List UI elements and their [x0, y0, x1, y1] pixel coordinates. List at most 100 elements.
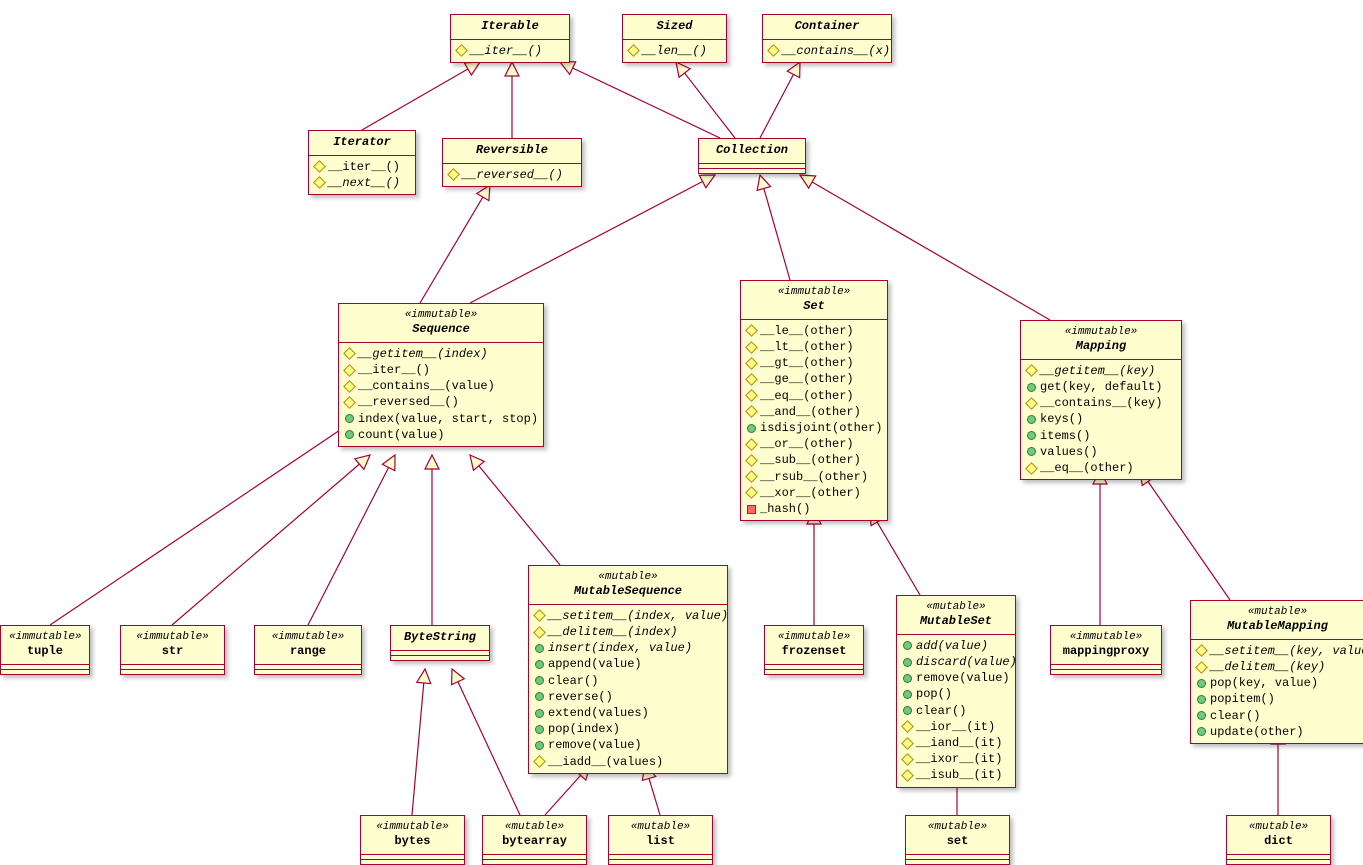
member-row: insert(index, value) [535, 640, 721, 656]
member-row: isdisjoint(other) [747, 420, 881, 436]
diamond-icon [745, 357, 758, 370]
member-row: __iadd__(values) [535, 754, 721, 770]
class-MutableSet: «mutable»MutableSetadd(value)discard(val… [896, 595, 1016, 788]
class-name: MutableSequence [537, 584, 719, 600]
class-name: set [914, 834, 1001, 850]
stereotype: «immutable» [749, 285, 879, 299]
member-row: reverse() [535, 689, 721, 705]
diamond-icon [1195, 661, 1208, 674]
stereotype: «immutable» [773, 630, 855, 644]
member-row: clear() [1197, 708, 1358, 724]
member-row: popitem() [1197, 691, 1358, 707]
circle-icon [535, 741, 544, 750]
member-row: __iter__() [457, 43, 563, 59]
class-name: Collection [707, 143, 797, 159]
member-row: pop() [903, 686, 1009, 702]
member-row: index(value, start, stop) [345, 411, 537, 427]
member-row: update(other) [1197, 724, 1358, 740]
class-name: list [617, 834, 704, 850]
circle-icon [747, 424, 756, 433]
member-signature: popitem() [1210, 691, 1275, 707]
diamond-icon [745, 341, 758, 354]
member-signature: remove(value) [916, 670, 1010, 686]
circle-icon [1197, 679, 1206, 688]
member-signature: __eq__(other) [1040, 460, 1134, 476]
class-Sized: Sized__len__() [622, 14, 727, 63]
member-signature: discard(value) [916, 654, 1017, 670]
member-row: __iand__(it) [903, 735, 1009, 751]
diamond-icon [343, 396, 356, 409]
member-row: __rsub__(other) [747, 469, 881, 485]
member-row: __sub__(other) [747, 452, 881, 468]
class-name: frozenset [773, 644, 855, 660]
member-signature: clear() [916, 703, 966, 719]
circle-icon [1197, 695, 1206, 704]
class-name: Set [749, 299, 879, 315]
member-signature: add(value) [916, 638, 988, 654]
member-row: __ge__(other) [747, 371, 881, 387]
member-signature: get(key, default) [1040, 379, 1162, 395]
class-name: ByteString [399, 630, 481, 646]
diamond-icon [745, 325, 758, 338]
member-row: count(value) [345, 427, 537, 443]
member-row: __getitem__(key) [1027, 363, 1175, 379]
class-Collection: Collection [698, 138, 806, 174]
circle-icon [1027, 447, 1036, 456]
member-row: __iter__() [315, 159, 409, 175]
member-signature: __setitem__(index, value) [548, 608, 728, 624]
member-signature: append(value) [548, 656, 642, 672]
member-signature: __ior__(it) [916, 719, 995, 735]
member-signature: __iand__(it) [916, 735, 1002, 751]
diamond-icon [313, 177, 326, 190]
circle-icon [903, 674, 912, 683]
circle-icon [345, 414, 354, 423]
diamond-icon [533, 610, 546, 623]
member-row: __le__(other) [747, 323, 881, 339]
class-list: «mutable»list [608, 815, 713, 865]
member-signature: __xor__(other) [760, 485, 861, 501]
diamond-icon [313, 160, 326, 173]
member-signature: __iter__() [470, 43, 542, 59]
stereotype: «immutable» [347, 308, 535, 322]
member-signature: __reversed__() [358, 394, 459, 410]
circle-icon [1027, 383, 1036, 392]
member-signature: __contains__(key) [1040, 395, 1162, 411]
class-mappingproxy: «immutable»mappingproxy [1050, 625, 1162, 675]
member-row: __and__(other) [747, 404, 881, 420]
diamond-icon [343, 364, 356, 377]
member-signature: clear() [1210, 708, 1260, 724]
member-signature: __next__() [328, 175, 400, 191]
circle-icon [535, 660, 544, 669]
member-signature: __isub__(it) [916, 767, 1002, 783]
diamond-icon [533, 755, 546, 768]
diamond-icon [901, 769, 914, 782]
circle-icon [903, 641, 912, 650]
circle-icon [535, 676, 544, 685]
stereotype: «mutable» [1235, 820, 1322, 834]
circle-icon [535, 709, 544, 718]
class-ByteString: ByteString [390, 625, 490, 661]
class-tuple: «immutable»tuple [0, 625, 90, 675]
diamond-icon [767, 44, 780, 57]
member-signature: pop(key, value) [1210, 675, 1318, 691]
class-MutableSequence: «mutable»MutableSequence__setitem__(inde… [528, 565, 728, 774]
class-range: «immutable»range [254, 625, 362, 675]
member-row: __eq__(other) [747, 388, 881, 404]
member-row: __contains__(value) [345, 378, 537, 394]
member-signature: __setitem__(key, value) [1210, 643, 1363, 659]
class-set: «mutable»set [905, 815, 1010, 865]
member-row: __setitem__(index, value) [535, 608, 721, 624]
member-signature: __ge__(other) [760, 371, 854, 387]
stereotype: «immutable» [369, 820, 456, 834]
stereotype: «mutable» [617, 820, 704, 834]
circle-icon [1197, 727, 1206, 736]
member-row: _hash() [747, 501, 881, 517]
member-row: __reversed__() [345, 394, 537, 410]
class-name: MutableMapping [1199, 619, 1356, 635]
member-signature: pop() [916, 686, 952, 702]
class-name: MutableSet [905, 614, 1007, 630]
class-Container: Container__contains__(x) [762, 14, 892, 63]
circle-icon [1027, 415, 1036, 424]
member-row: items() [1027, 428, 1175, 444]
member-row: __ior__(it) [903, 719, 1009, 735]
